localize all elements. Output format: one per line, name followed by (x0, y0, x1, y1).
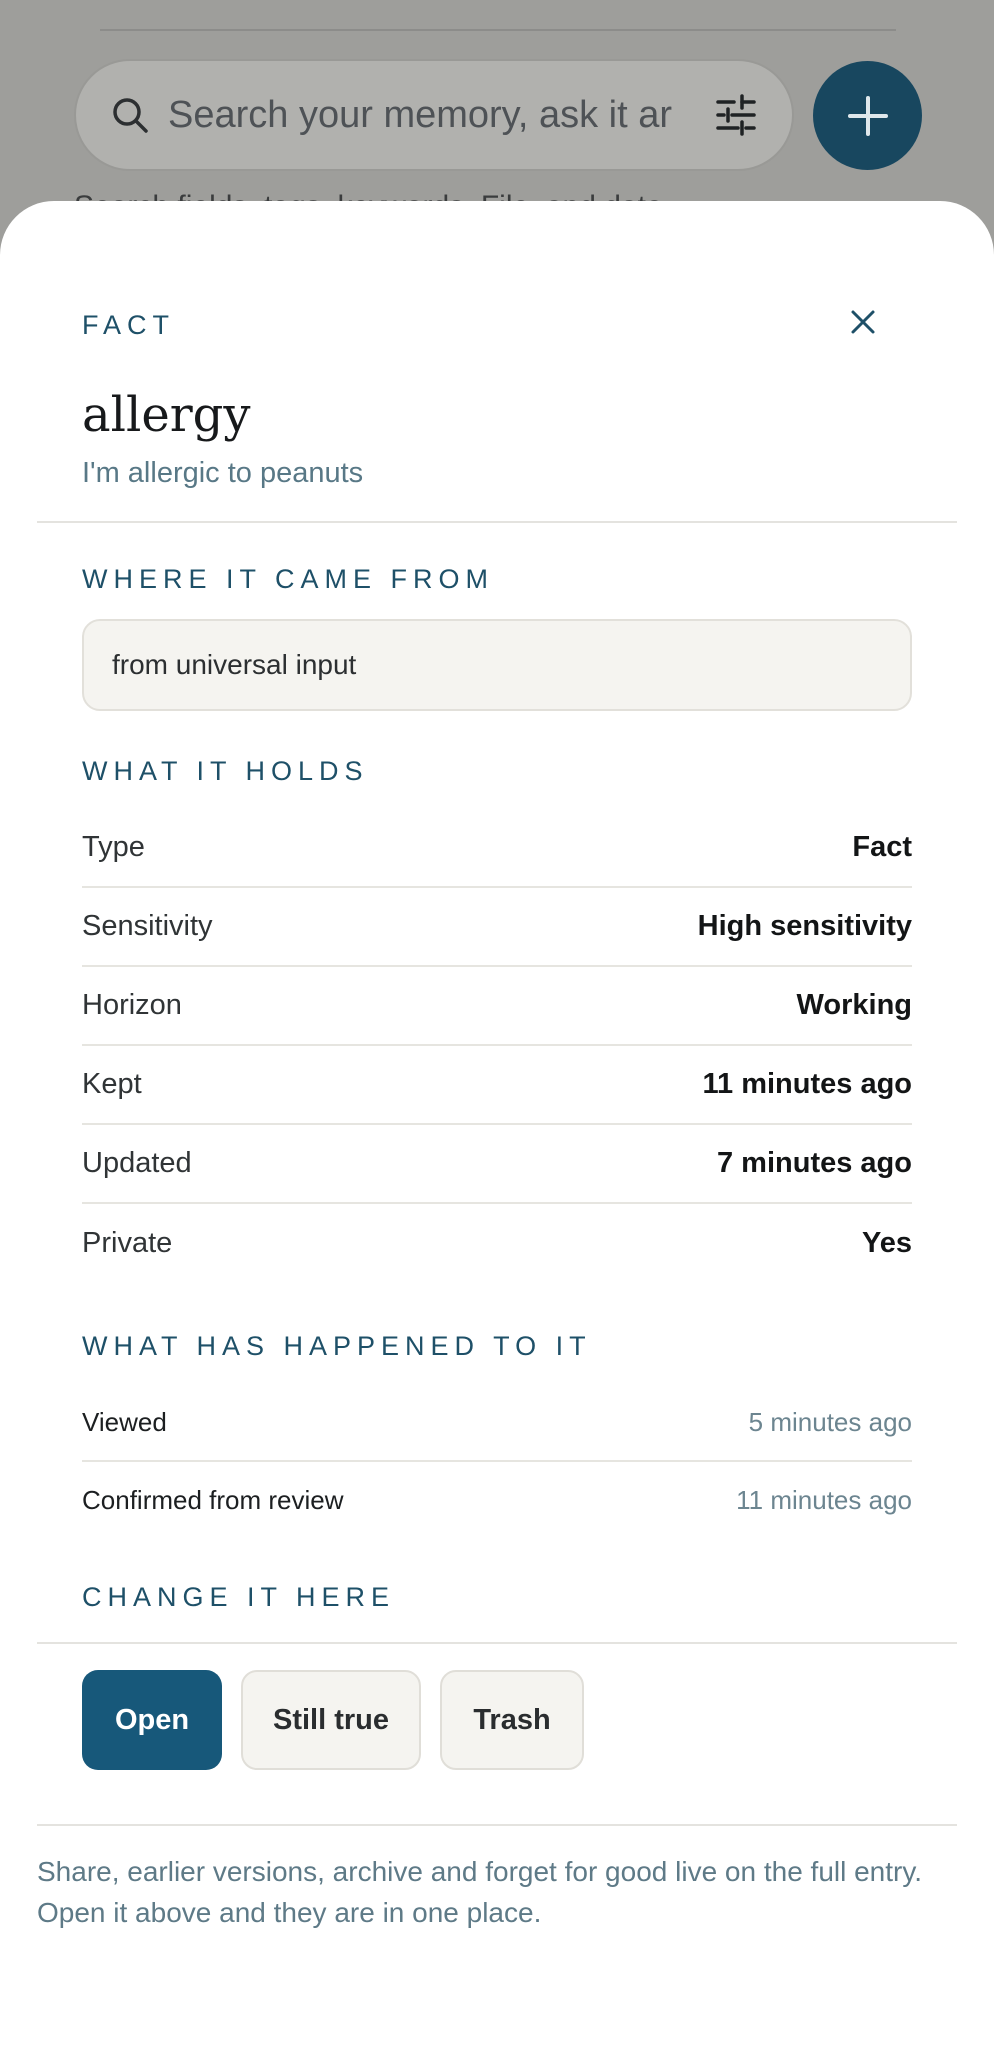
search-icon (113, 98, 148, 133)
property-row-sensitivity: Sensitivity High sensitivity (82, 888, 912, 967)
search-bar[interactable] (74, 59, 794, 171)
property-row-updated: Updated 7 minutes ago (82, 1125, 912, 1204)
property-value: 7 minutes ago (717, 1147, 912, 1179)
section-heading-change: CHANGE IT HERE (82, 1582, 396, 1612)
plus-icon (847, 95, 888, 136)
entry-subtitle: I'm allergic to peanuts (82, 457, 364, 489)
property-value: Working (796, 989, 912, 1021)
still-true-button[interactable]: Still true (241, 1670, 421, 1770)
source-value: from universal input (112, 649, 357, 680)
property-value: Yes (862, 1227, 912, 1259)
action-buttons: Open Still true Trash (82, 1670, 584, 1770)
close-icon (851, 310, 875, 334)
divider (37, 1642, 957, 1644)
property-label: Private (82, 1227, 173, 1259)
divider (37, 1824, 957, 1826)
open-button[interactable]: Open (82, 1670, 222, 1770)
close-button[interactable] (838, 297, 888, 347)
background-divider (100, 29, 896, 31)
history-event-time: 5 minutes ago (748, 1407, 912, 1437)
search-input[interactable] (168, 93, 700, 137)
property-row-kept: Kept 11 minutes ago (82, 1046, 912, 1125)
history-event-label: Confirmed from review (82, 1485, 344, 1515)
property-label: Sensitivity (82, 910, 213, 942)
divider (37, 521, 957, 523)
property-row-private: Private Yes (82, 1204, 912, 1283)
trash-button[interactable]: Trash (440, 1670, 584, 1770)
properties-list: Type Fact Sensitivity High sensitivity H… (82, 809, 912, 1283)
property-label: Updated (82, 1147, 192, 1179)
property-value: 11 minutes ago (702, 1068, 912, 1100)
section-heading-holds: WHAT IT HOLDS (82, 756, 369, 786)
section-heading-source: WHERE IT CAME FROM (82, 564, 495, 594)
property-label: Kept (82, 1068, 142, 1100)
property-label: Horizon (82, 989, 182, 1021)
add-button[interactable] (813, 61, 922, 170)
property-value: Fact (852, 831, 912, 863)
source-box: from universal input (82, 619, 912, 711)
property-row-type: Type Fact (82, 809, 912, 888)
footer-note: Share, earlier versions, archive and for… (37, 1856, 923, 1928)
detail-sheet: FACT allergy I'm allergic to peanuts WHE… (0, 201, 994, 2048)
property-value: High sensitivity (697, 910, 912, 942)
filter-sliders-icon[interactable] (714, 93, 758, 137)
sheet-kicker: FACT (82, 310, 176, 340)
history-item: Viewed 5 minutes ago (82, 1385, 912, 1462)
history-item: Confirmed from review 11 minutes ago (82, 1462, 912, 1539)
history-event-time: 11 minutes ago (736, 1485, 912, 1515)
history-list: Viewed 5 minutes ago Confirmed from revi… (82, 1385, 912, 1539)
section-heading-history: WHAT HAS HAPPENED TO IT (82, 1331, 592, 1361)
property-label: Type (82, 831, 145, 863)
entry-title: allergy (82, 387, 251, 443)
property-row-horizon: Horizon Working (82, 967, 912, 1046)
history-event-label: Viewed (82, 1407, 167, 1437)
